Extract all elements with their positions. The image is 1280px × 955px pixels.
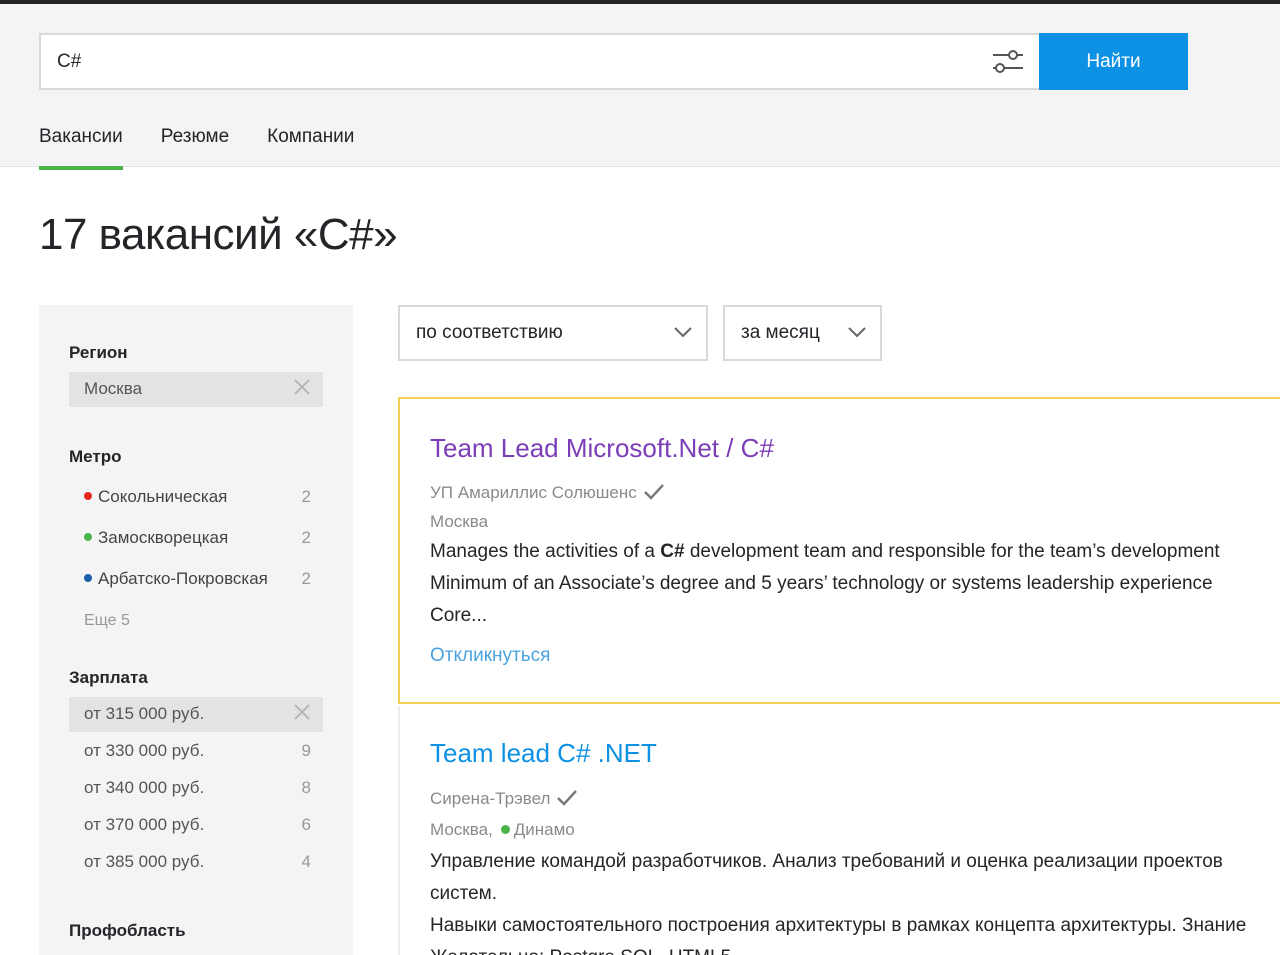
metro-line-dot-icon [500, 825, 510, 834]
vacancy-title-link[interactable]: Team Lead Microsoft.Net / C# [430, 433, 774, 464]
header: Найти Вакансии Резюме Компании [0, 4, 1280, 170]
vacancy-card: Team Lead Microsoft.Net / C# УП Амарилли… [398, 397, 1280, 704]
vacancy-company[interactable]: УП Амариллис Солюшенс [430, 483, 665, 503]
region-title: Регион [69, 343, 128, 362]
description-highlight: C# [660, 541, 685, 562]
description-line: Minimum of an Associate’s degree and 5 y… [430, 573, 1213, 594]
metro-line-dot-icon [84, 574, 92, 582]
tab-resumes[interactable]: Резюме [161, 124, 229, 170]
metro-item-label: Замоскворецкая [98, 528, 229, 547]
description-line: Core... [430, 605, 488, 626]
salary-chip: от 315 000 руб. [69, 697, 323, 732]
period-value: за месяц [741, 322, 820, 343]
salary-option-count: 4 [301, 852, 311, 871]
salary-option[interactable]: от 370 000 руб. 6 [84, 815, 311, 839]
filter-settings-icon[interactable] [991, 48, 1025, 76]
search-button[interactable]: Найти [1039, 33, 1188, 90]
salary-option[interactable]: от 330 000 руб. 9 [84, 741, 311, 765]
profarea-title: Профобласть [69, 921, 186, 940]
salary-option[interactable]: от 340 000 руб. 8 [84, 778, 311, 802]
chevron-down-icon [674, 327, 692, 338]
description-line: Навыки самостоятельного построения архит… [430, 915, 1247, 936]
salary-option[interactable]: от 385 000 руб. 4 [84, 852, 311, 876]
salary-title: Зарплата [69, 668, 148, 687]
close-icon[interactable] [293, 378, 311, 396]
salary-option-label: от 385 000 руб. [84, 852, 205, 871]
close-icon[interactable] [293, 703, 311, 721]
metro-item-label: Арбатско-Покровская [98, 569, 268, 588]
metro-more-link[interactable]: Еще 5 [84, 612, 130, 630]
metro-title: Метро [69, 447, 122, 466]
metro-item-count: 2 [301, 569, 311, 588]
metro-item-label: Сокольническая [98, 487, 228, 506]
vacancy-location: Москва, Динамо [430, 820, 575, 840]
filters-sidebar: Регион Москва Метро Сокольническая 2 Зам… [39, 305, 353, 955]
description-line: систем. [430, 883, 498, 904]
salary-option-label: от 340 000 руб. [84, 778, 205, 797]
verified-check-icon [643, 484, 664, 500]
verified-check-icon [557, 790, 578, 806]
metro-item-count: 2 [301, 487, 311, 506]
vacancy-card: Team lead C# .NET Сирена-Трэвел Москва, Д… [398, 706, 1280, 955]
apply-link[interactable]: Откликнуться [430, 645, 550, 667]
salary-option-label: от 370 000 руб. [84, 815, 205, 834]
page-title: 17 вакансий «C#» [39, 210, 398, 259]
description-line: Manages the activities of a C# developme… [430, 536, 1280, 568]
description-text: development team and responsible for the… [684, 541, 1220, 562]
salary-chip-label: от 315 000 руб. [84, 704, 205, 723]
period-select[interactable]: за месяц [723, 305, 882, 361]
search-input[interactable] [57, 35, 957, 88]
vacancy-description: Manages the activities of a C# developme… [430, 536, 1280, 632]
vacancy-location: Москва [430, 512, 489, 531]
description-line: Управление командой разработчиков. Анали… [430, 851, 1223, 872]
metro-item-count: 2 [301, 528, 311, 547]
tabs: Вакансии Резюме Компании [39, 124, 392, 170]
vacancy-title-link[interactable]: Team lead C# .NET [430, 738, 657, 769]
metro-item[interactable]: Арбатско-Покровская 2 [84, 569, 311, 591]
sort-order-value: по соответствию [416, 322, 563, 343]
metro-item[interactable]: Замоскворецкая 2 [84, 528, 311, 550]
metro-item[interactable]: Сокольническая 2 [84, 487, 311, 509]
vacancy-city: Москва, [430, 820, 493, 839]
search-box [39, 33, 1039, 90]
salary-option-label: от 330 000 руб. [84, 741, 205, 760]
salary-option-count: 6 [301, 815, 311, 834]
sort-order-select[interactable]: по соответствию [398, 305, 708, 361]
salary-option-count: 9 [301, 741, 311, 760]
description-text: Manages the activities of a [430, 541, 661, 562]
tab-vacancies[interactable]: Вакансии [39, 124, 123, 170]
region-chip-label: Москва [84, 379, 143, 398]
vacancy-metro: Динамо [513, 820, 575, 839]
metro-line-dot-icon [84, 492, 92, 500]
description-line: Желательно: Postgre SQL, HTML5... [430, 942, 1280, 955]
vacancy-company[interactable]: Сирена-Трэвел [430, 789, 578, 809]
chevron-down-icon [848, 327, 866, 338]
region-chip: Москва [69, 372, 323, 407]
vacancy-description: Управление командой разработчиков. Анали… [430, 846, 1280, 955]
metro-line-dot-icon [84, 533, 92, 541]
vacancy-company-label: Сирена-Трэвел [430, 789, 551, 808]
tab-companies[interactable]: Компании [267, 124, 354, 170]
salary-option-count: 8 [301, 778, 311, 797]
vacancy-company-label: УП Амариллис Солюшенс [430, 483, 637, 502]
